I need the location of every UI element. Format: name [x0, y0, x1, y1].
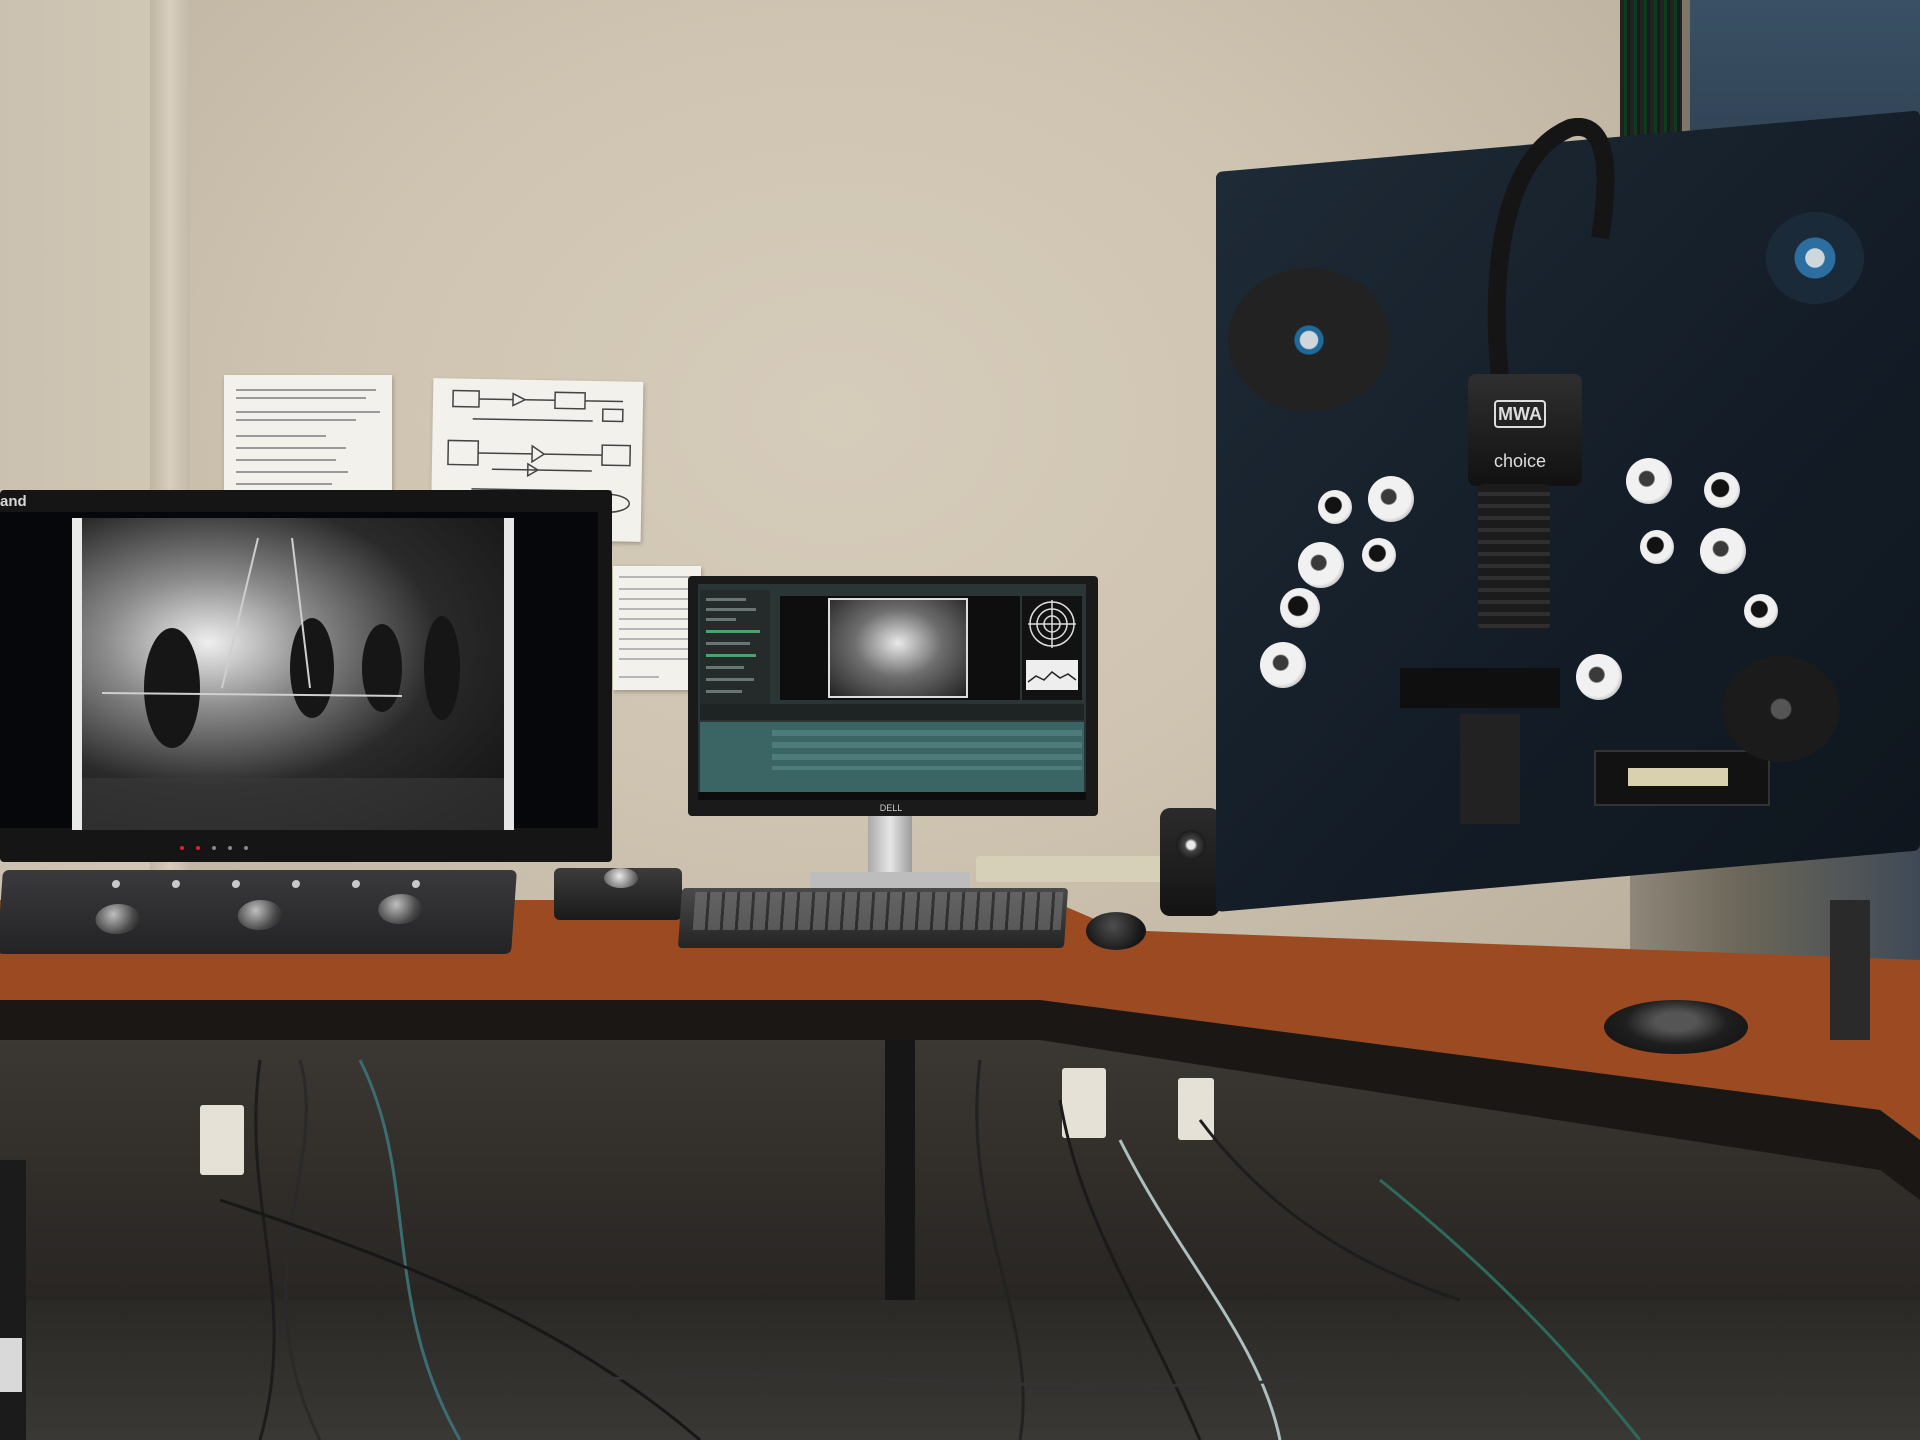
panel-knob[interactable]	[411, 880, 421, 888]
film-roller	[1318, 490, 1352, 524]
mouse[interactable]	[1086, 912, 1146, 950]
target-icon	[1026, 600, 1078, 690]
camera-cable	[1487, 118, 1615, 378]
film-roller	[1626, 458, 1672, 504]
trackball-icon[interactable]	[94, 904, 141, 934]
film-reel-icon[interactable]	[1766, 212, 1864, 304]
volume-knob-icon[interactable]	[604, 868, 638, 888]
film-roller	[1704, 472, 1740, 508]
panel-knob[interactable]	[291, 880, 301, 888]
app-settings-sidebar[interactable]	[700, 590, 770, 710]
desk-edge-left	[0, 1000, 1040, 1040]
panel-knob[interactable]	[351, 880, 361, 888]
film-gate	[1400, 668, 1560, 708]
film-roller	[1744, 594, 1778, 628]
film-gate-block	[1460, 714, 1520, 824]
speaker-icon	[1176, 830, 1206, 860]
speaker	[1160, 808, 1220, 916]
film-roller	[1298, 542, 1344, 588]
trackball-icon[interactable]	[236, 900, 283, 930]
power-strip	[976, 856, 1164, 882]
film-roller	[1368, 476, 1414, 522]
panel-knob[interactable]	[171, 880, 181, 888]
trackball-icon[interactable]	[377, 894, 424, 924]
film-roller	[1280, 588, 1320, 628]
film-roller	[1362, 538, 1396, 572]
camera-lens	[1478, 484, 1550, 630]
trackball-mouse[interactable]	[1604, 1000, 1748, 1054]
color-grading-panel[interactable]	[0, 870, 517, 954]
panel-knob[interactable]	[111, 880, 121, 888]
film-roller	[1640, 530, 1674, 564]
film-roller	[1700, 528, 1746, 574]
camera-logo: MWA	[1494, 400, 1546, 428]
panel-knob[interactable]	[231, 880, 241, 888]
film-frame-image	[72, 518, 514, 830]
scanner-stand	[1830, 900, 1870, 1040]
app-preview-frame	[828, 598, 968, 698]
film-reel-icon[interactable]	[1228, 268, 1390, 412]
app-transport-bar[interactable]	[700, 704, 1084, 720]
app-timeline-track[interactable]	[772, 730, 1082, 770]
left-monitor-indicators	[180, 846, 340, 850]
sprocket-wheel	[1722, 656, 1840, 762]
left-monitor-brand: and	[0, 493, 27, 510]
film-roller	[1260, 642, 1306, 688]
os-taskbar[interactable]	[698, 792, 1086, 800]
camera-model-label: choice	[1493, 451, 1547, 471]
film-roller	[1576, 654, 1622, 700]
keyboard-keys[interactable]	[692, 892, 1064, 930]
connector-port	[1628, 768, 1728, 786]
film-frame-figures	[82, 537, 504, 830]
right-monitor-logo: DELL	[879, 803, 903, 813]
app-focus-scope	[1022, 596, 1082, 700]
